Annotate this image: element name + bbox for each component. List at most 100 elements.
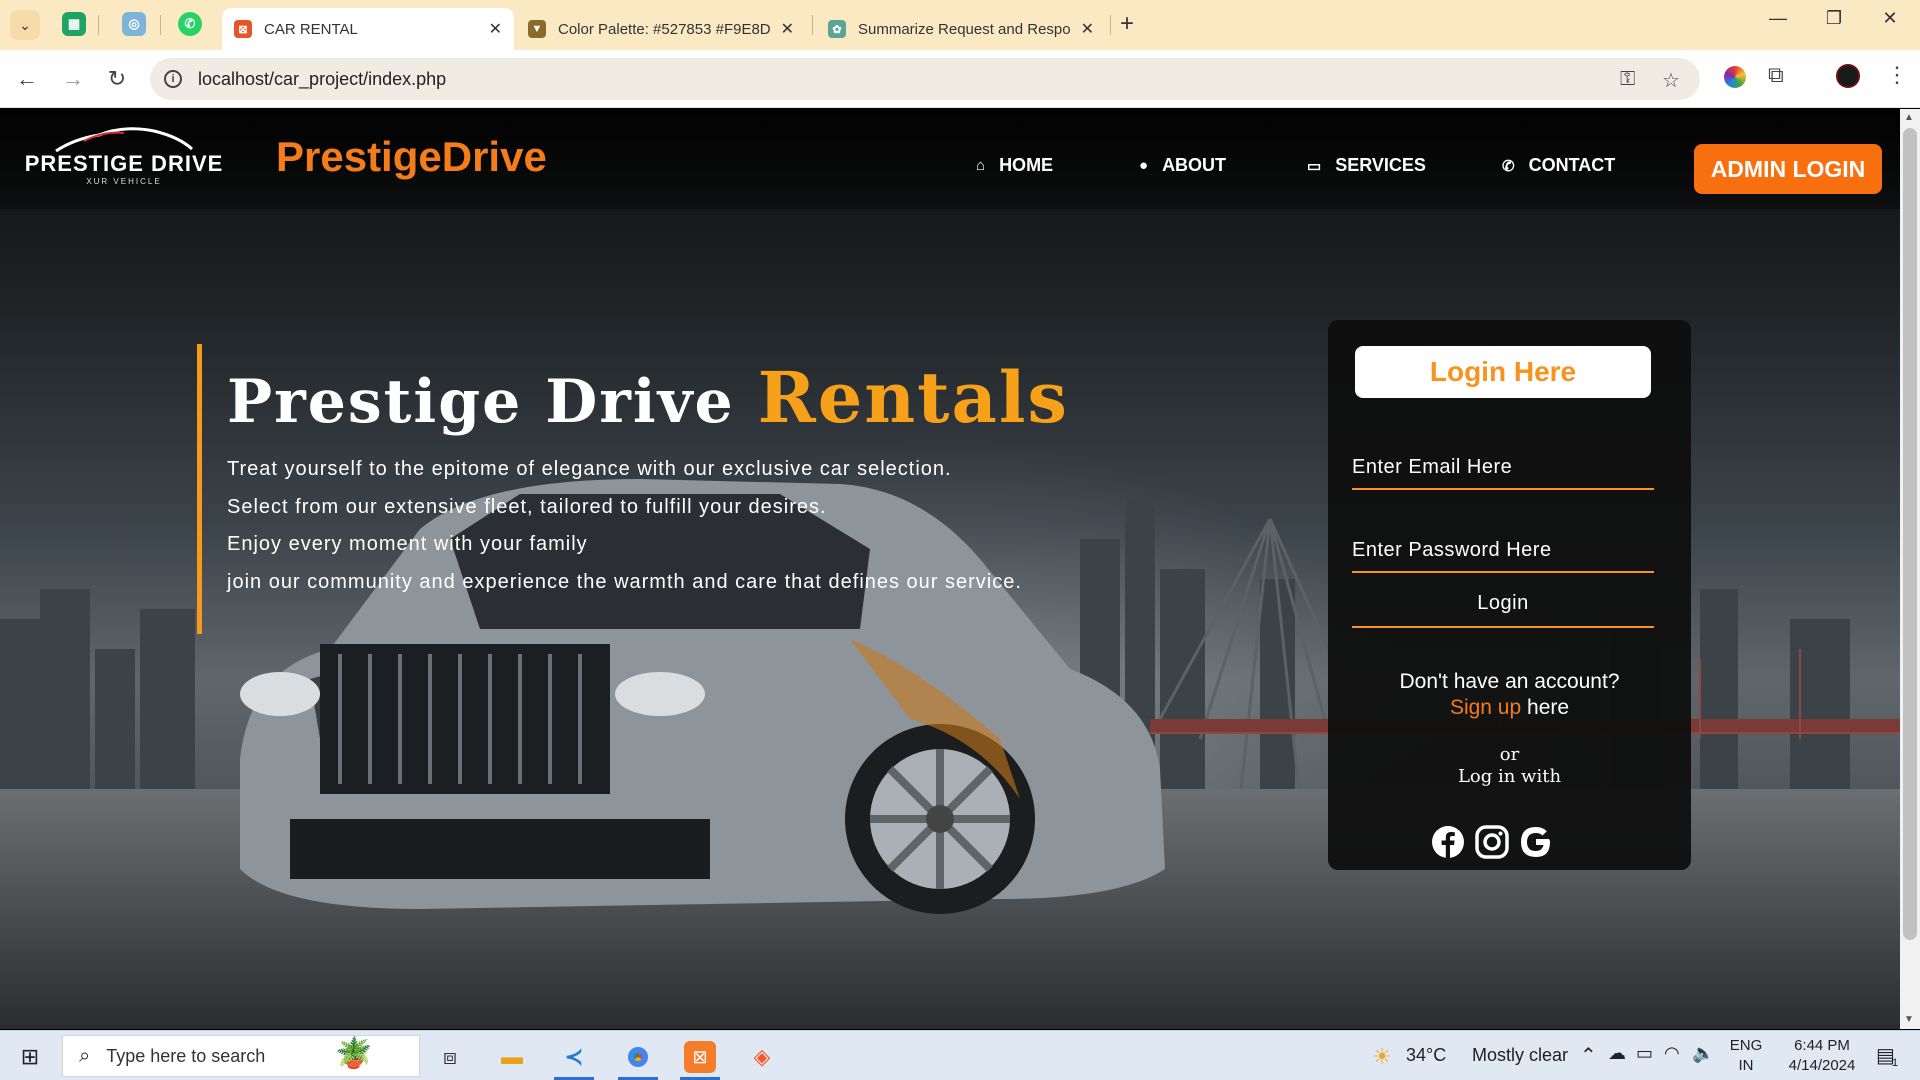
taskbar-search[interactable]: ⌕ Type here to search 🪴 bbox=[62, 1035, 420, 1077]
browser-menu-icon[interactable]: ⋮ bbox=[1886, 62, 1908, 88]
windows-start-icon[interactable]: ⊞ bbox=[14, 1041, 46, 1073]
close-tab-icon[interactable]: ✕ bbox=[489, 19, 502, 39]
tab-separator bbox=[98, 15, 99, 35]
pinned-tab-sheets[interactable]: ▦ bbox=[62, 12, 86, 36]
admin-login-button[interactable]: ADMIN LOGIN bbox=[1694, 144, 1882, 194]
notification-count: 1 bbox=[1891, 1057, 1899, 1069]
hero-line: Enjoy every moment with your family bbox=[227, 533, 588, 555]
close-tab-icon[interactable]: ✕ bbox=[781, 19, 794, 39]
or-text: or bbox=[1499, 744, 1520, 765]
hero-line: join our community and experience the wa… bbox=[227, 571, 1022, 593]
home-icon: ⌂ bbox=[976, 157, 986, 174]
back-arrow-icon[interactable]: ← bbox=[12, 66, 42, 92]
pinned-tab-whatsapp[interactable]: ✆ bbox=[178, 12, 202, 36]
hero-title: Prestige Drive Rentals bbox=[227, 356, 1069, 439]
palette-favicon-icon: ▼ bbox=[528, 20, 546, 38]
scrollbar-thumb[interactable] bbox=[1903, 128, 1917, 940]
tab-search-button[interactable]: ⌄ bbox=[10, 10, 40, 40]
file-explorer-icon[interactable]: ▬ bbox=[496, 1041, 528, 1073]
scroll-up-arrow-icon[interactable]: ▲ bbox=[1904, 112, 1914, 123]
color-picker-extension-icon[interactable] bbox=[1724, 66, 1746, 88]
brave-icon[interactable]: ◈ bbox=[746, 1041, 778, 1073]
site-info-icon[interactable]: i bbox=[164, 70, 182, 88]
nav-home-label: HOME bbox=[999, 155, 1054, 175]
pinned-tab-web[interactable]: ◎ bbox=[122, 12, 146, 36]
nav-about-label: ABOUT bbox=[1162, 155, 1227, 175]
tab-separator bbox=[1110, 15, 1111, 35]
close-tab-icon[interactable]: ✕ bbox=[1081, 19, 1094, 39]
car-icon: ▭ bbox=[1307, 157, 1322, 175]
search-icon: ⌕ bbox=[79, 1044, 91, 1067]
tab-title: Color Palette: #527853 #F9E8D bbox=[558, 20, 771, 38]
google-icon[interactable] bbox=[1518, 824, 1554, 860]
hero-title-accent: Rentals bbox=[757, 356, 1069, 439]
tab-summarize[interactable]: ✿ Summarize Request and Respor ✕ bbox=[816, 8, 1106, 50]
tab-car-rental[interactable]: ⊠ CAR RENTAL ✕ bbox=[222, 8, 514, 50]
weather-icon[interactable]: ☀ bbox=[1366, 1041, 1398, 1073]
password-field[interactable]: Enter Password Here bbox=[1352, 529, 1654, 573]
password-key-icon[interactable]: ⚿ bbox=[1620, 68, 1635, 91]
minimize-icon[interactable]: — bbox=[1758, 8, 1798, 29]
new-tab-button[interactable]: + bbox=[1120, 10, 1134, 38]
nav-services-label: SERVICES bbox=[1335, 155, 1426, 175]
profile-avatar[interactable] bbox=[1836, 64, 1860, 88]
show-hidden-icons-icon[interactable]: ⌃ bbox=[1580, 1043, 1597, 1068]
nav-services[interactable]: ▭ SERVICES bbox=[1307, 155, 1426, 176]
nav-home[interactable]: ⌂ HOME bbox=[976, 155, 1053, 176]
instagram-icon[interactable] bbox=[1474, 824, 1510, 860]
restore-icon[interactable]: ❐ bbox=[1814, 8, 1854, 29]
facebook-icon[interactable] bbox=[1430, 824, 1466, 860]
signup-link[interactable]: Sign up bbox=[1450, 696, 1521, 719]
search-highlight-icon: 🪴 bbox=[335, 1037, 373, 1070]
nav-contact[interactable]: ✆ CONTACT bbox=[1502, 155, 1615, 176]
bookmark-star-icon[interactable]: ☆ bbox=[1662, 68, 1680, 93]
nav-about[interactable]: ● ABOUT bbox=[1139, 155, 1226, 176]
email-field[interactable]: Enter Email Here bbox=[1352, 446, 1654, 490]
onedrive-cloud-icon[interactable]: ☁ bbox=[1608, 1043, 1626, 1064]
login-title: Login Here bbox=[1355, 346, 1651, 398]
address-bar[interactable]: i localhost/car_project/index.php ⚿ ☆ bbox=[150, 58, 1700, 100]
tab-color-palette[interactable]: ▼ Color Palette: #527853 #F9E8D ✕ bbox=[516, 8, 806, 50]
xampp-icon[interactable]: ⊠ bbox=[684, 1041, 716, 1073]
brand-name[interactable]: PrestigeDrive bbox=[276, 133, 547, 181]
language-line1[interactable]: ENG bbox=[1726, 1037, 1766, 1054]
sheets-icon: ▦ bbox=[67, 16, 81, 31]
hero-title-main: Prestige Drive bbox=[227, 367, 735, 437]
language-line2[interactable]: IN bbox=[1726, 1057, 1766, 1074]
task-view-icon[interactable]: ⧈ bbox=[434, 1041, 466, 1073]
taskbar-search-placeholder: Type here to search bbox=[106, 1045, 266, 1066]
prestige-drive-logo[interactable]: PRESTIGE DRIVE XUR VEHICLE bbox=[14, 123, 234, 189]
clock-time[interactable]: 6:44 PM bbox=[1772, 1037, 1872, 1054]
clock-date[interactable]: 4/14/2024 bbox=[1772, 1057, 1872, 1074]
chrome-icon[interactable] bbox=[622, 1041, 654, 1073]
nav-contact-label: CONTACT bbox=[1528, 155, 1616, 175]
hero-section: Prestige Drive Rentals Treat yourself to… bbox=[197, 344, 1097, 634]
tab-separator bbox=[812, 15, 813, 35]
weather-condition: Mostly clear bbox=[1472, 1045, 1569, 1065]
xampp-favicon-icon: ⊠ bbox=[234, 20, 252, 38]
tab-separator bbox=[160, 15, 161, 35]
hero-line: Treat yourself to the epitome of eleganc… bbox=[227, 458, 952, 480]
forward-arrow-icon[interactable]: → bbox=[58, 66, 88, 92]
battery-icon[interactable]: ▭ bbox=[1636, 1043, 1653, 1064]
url-text: localhost/car_project/index.php bbox=[198, 68, 447, 89]
log-in-with-text: Log in with bbox=[1457, 766, 1562, 787]
login-submit-button[interactable]: Login bbox=[1352, 580, 1654, 628]
extensions-puzzle-icon[interactable]: ⧉ bbox=[1768, 62, 1784, 88]
wifi-icon[interactable]: ◠ bbox=[1664, 1043, 1680, 1064]
tab-title: CAR RENTAL bbox=[264, 20, 358, 38]
close-window-icon[interactable]: ✕ bbox=[1870, 8, 1910, 29]
hero-line: Select from our extensive fleet, tailore… bbox=[227, 496, 827, 518]
vscode-icon[interactable]: ≺ bbox=[558, 1041, 590, 1073]
no-account-text: Don't have an account? bbox=[1399, 670, 1620, 693]
signup-suffix: here bbox=[1527, 696, 1570, 719]
logo-subtext: XUR VEHICLE bbox=[86, 177, 162, 186]
scroll-down-arrow-icon[interactable]: ▼ bbox=[1904, 1014, 1914, 1025]
reload-icon[interactable]: ↻ bbox=[102, 66, 132, 92]
windows-taskbar: ⊞ ⌕ Type here to search 🪴 ⧈ ▬ ≺ ⊠ ◈ ☀ 34… bbox=[0, 1030, 1920, 1080]
volume-icon[interactable]: 🔈 bbox=[1692, 1043, 1714, 1064]
globe-icon: ◎ bbox=[128, 16, 140, 31]
tab-title: Summarize Request and Respor bbox=[858, 20, 1071, 38]
page-viewport: PRESTIGE DRIVE XUR VEHICLE PrestigeDrive… bbox=[0, 109, 1900, 1029]
info-icon: ● bbox=[1139, 157, 1149, 174]
